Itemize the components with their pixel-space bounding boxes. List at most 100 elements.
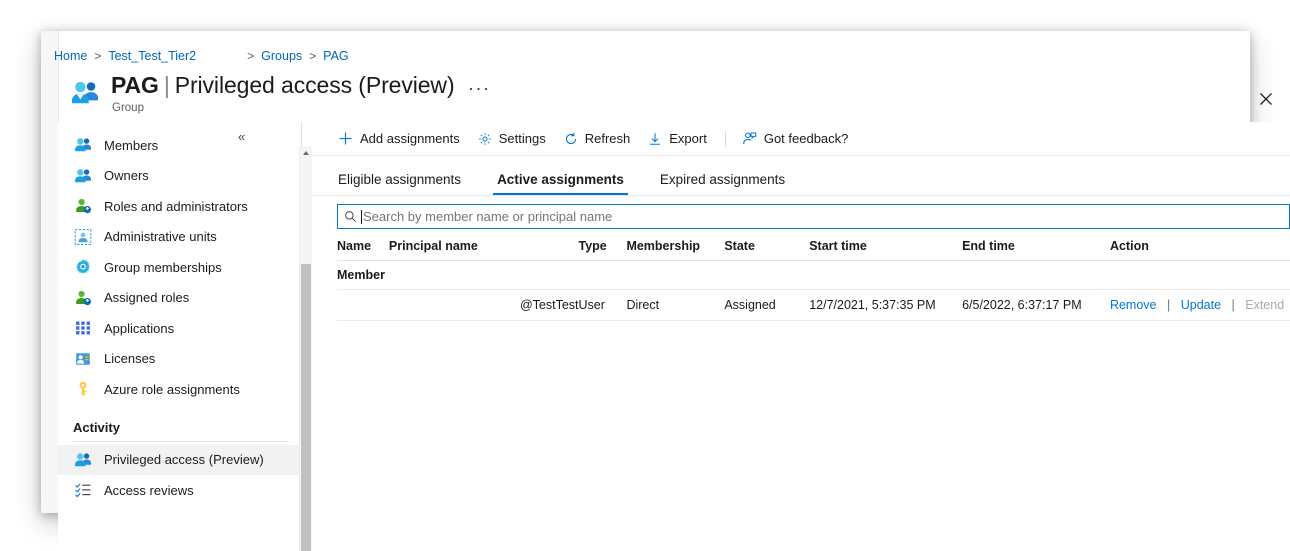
blade-sidebar: Members Owners Roles and administrators — [58, 122, 302, 551]
breadcrumb-item-home[interactable]: Home — [54, 49, 87, 63]
refresh-icon — [564, 132, 578, 146]
column-header-action[interactable]: Action — [1110, 236, 1290, 261]
tab-active-assignments[interactable]: Active assignments — [495, 172, 626, 195]
page-title-page: Privileged access (Preview) — [175, 72, 455, 98]
sidebar-item-label: Members — [104, 138, 158, 153]
column-header-name[interactable]: Name — [337, 236, 389, 261]
blade-title-bar: PAG|Privileged access (Preview) ··· Grou… — [58, 68, 1290, 122]
feedback-icon — [742, 131, 757, 146]
tab-expired-assignments[interactable]: Expired assignments — [658, 172, 787, 195]
column-header-principal-name[interactable]: Principal name — [389, 236, 579, 261]
members-icon — [74, 136, 92, 154]
blade-left-strip — [41, 31, 59, 513]
assigned-roles-icon — [74, 289, 92, 307]
sidebar-item-licenses[interactable]: Licenses — [58, 344, 301, 375]
screenshot-root: Home > Test_Test_Tier2 > Groups > PAG PA… — [0, 0, 1290, 551]
privileged-access-icon — [74, 451, 92, 469]
breadcrumb-item-tenant[interactable]: Test_Test_Tier2 — [108, 49, 196, 63]
text-cursor — [361, 210, 362, 224]
sidebar-item-label: Azure role assignments — [104, 382, 240, 397]
breadcrumb-item-groups[interactable]: Groups — [261, 49, 302, 63]
column-header-type[interactable]: Type — [579, 236, 627, 261]
table-header-row: Name Principal name Type Membership Stat… — [337, 236, 1290, 261]
sidebar-item-owners[interactable]: Owners — [58, 161, 301, 192]
export-button[interactable]: Export — [648, 122, 707, 155]
scrollbar-thumb[interactable] — [301, 264, 311, 551]
access-reviews-icon — [74, 481, 92, 499]
sidebar-item-azure-role-assignments[interactable]: Azure role assignments — [58, 374, 301, 405]
collapse-sidebar-icon[interactable]: « — [238, 130, 245, 143]
content-pane: Add assignments Settings Refresh — [312, 122, 1290, 551]
close-icon[interactable] — [1255, 88, 1277, 110]
column-header-membership[interactable]: Membership — [626, 236, 724, 261]
gear-icon — [478, 132, 492, 146]
owners-icon — [74, 167, 92, 185]
sidebar-item-administrative-units[interactable]: Administrative units — [58, 222, 301, 253]
got-feedback-button[interactable]: Got feedback? — [742, 122, 849, 155]
settings-button[interactable]: Settings — [478, 122, 546, 155]
search-icon — [344, 210, 357, 223]
scroll-up-arrow-icon[interactable] — [300, 146, 312, 160]
extend-action-link: Extend — [1245, 298, 1284, 312]
sidebar-item-access-reviews[interactable]: Access reviews — [58, 475, 301, 506]
key-icon — [74, 380, 92, 398]
refresh-button[interactable]: Refresh — [564, 122, 631, 155]
sidebar-section-activity: Activity — [58, 405, 301, 438]
sidebar-item-label: Owners — [104, 168, 149, 183]
column-header-end-time[interactable]: End time — [962, 236, 1110, 261]
breadcrumb-item-pag[interactable]: PAG — [323, 49, 348, 63]
assignments-table: Name Principal name Type Membership Stat… — [337, 236, 1290, 321]
breadcrumb-separator-2: > — [247, 49, 254, 63]
command-label: Settings — [499, 131, 546, 146]
sidebar-item-assigned-roles[interactable]: Assigned roles — [58, 283, 301, 314]
update-action-link[interactable]: Update — [1181, 298, 1221, 312]
add-assignments-button[interactable]: Add assignments — [338, 122, 460, 155]
table-group-row: Member — [337, 261, 1290, 290]
licenses-icon — [74, 350, 92, 368]
cell-type: User — [579, 290, 627, 321]
page-subtitle: Group — [112, 102, 144, 114]
administrative-units-icon — [74, 228, 92, 246]
tab-eligible-assignments[interactable]: Eligible assignments — [336, 172, 463, 195]
applications-icon — [74, 319, 92, 337]
action-separator-2: | — [1232, 298, 1235, 312]
remove-action-link[interactable]: Remove — [1110, 298, 1157, 312]
sidebar-item-roles-and-administrators[interactable]: Roles and administrators — [58, 191, 301, 222]
command-label: Refresh — [585, 131, 631, 146]
search-input[interactable]: Search by member name or principal name — [337, 204, 1290, 229]
command-label: Export — [669, 131, 707, 146]
sidebar-item-members[interactable]: Members — [58, 130, 301, 161]
command-label: Add assignments — [360, 131, 460, 146]
group-memberships-icon — [74, 258, 92, 276]
column-header-state[interactable]: State — [724, 236, 809, 261]
download-icon — [648, 132, 662, 146]
table-row[interactable]: @TestTest User Direct Assigned 12/7/2021… — [337, 290, 1290, 321]
cell-end-time: 6/5/2022, 6:37:17 PM — [962, 290, 1110, 321]
column-header-start-time[interactable]: Start time — [809, 236, 962, 261]
sidebar-item-group-memberships[interactable]: Group memberships — [58, 252, 301, 283]
sidebar-item-label: Applications — [104, 321, 174, 336]
sidebar-item-privileged-access[interactable]: Privileged access (Preview) — [58, 445, 301, 476]
sidebar-item-label: Assigned roles — [104, 290, 189, 305]
sidebar-item-label: Access reviews — [104, 483, 194, 498]
cell-actions: Remove | Update | Extend — [1110, 290, 1290, 321]
sidebar-item-applications[interactable]: Applications — [58, 313, 301, 344]
roles-admin-icon — [74, 197, 92, 215]
cell-principal-name: @TestTest — [389, 290, 579, 321]
cell-start-time: 12/7/2021, 5:37:35 PM — [809, 290, 962, 321]
breadcrumb-separator: > — [94, 49, 101, 63]
page-title-resource: PAG — [111, 72, 159, 98]
command-label: Got feedback? — [764, 131, 849, 146]
command-bar: Add assignments Settings Refresh — [312, 122, 1290, 156]
sidebar-scrollbar[interactable] — [299, 146, 312, 551]
action-separator: | — [1167, 298, 1170, 312]
breadcrumb: Home > Test_Test_Tier2 > Groups > PAG — [54, 47, 349, 65]
cell-name — [337, 290, 389, 321]
sidebar-item-label: Roles and administrators — [104, 199, 248, 214]
search-placeholder: Search by member name or principal name — [363, 209, 612, 224]
cell-membership: Direct — [626, 290, 724, 321]
more-options-icon[interactable]: ··· — [468, 78, 490, 99]
cell-state: Assigned — [724, 290, 809, 321]
sidebar-item-label: Administrative units — [104, 229, 217, 244]
sidebar-item-label: Licenses — [104, 351, 155, 366]
